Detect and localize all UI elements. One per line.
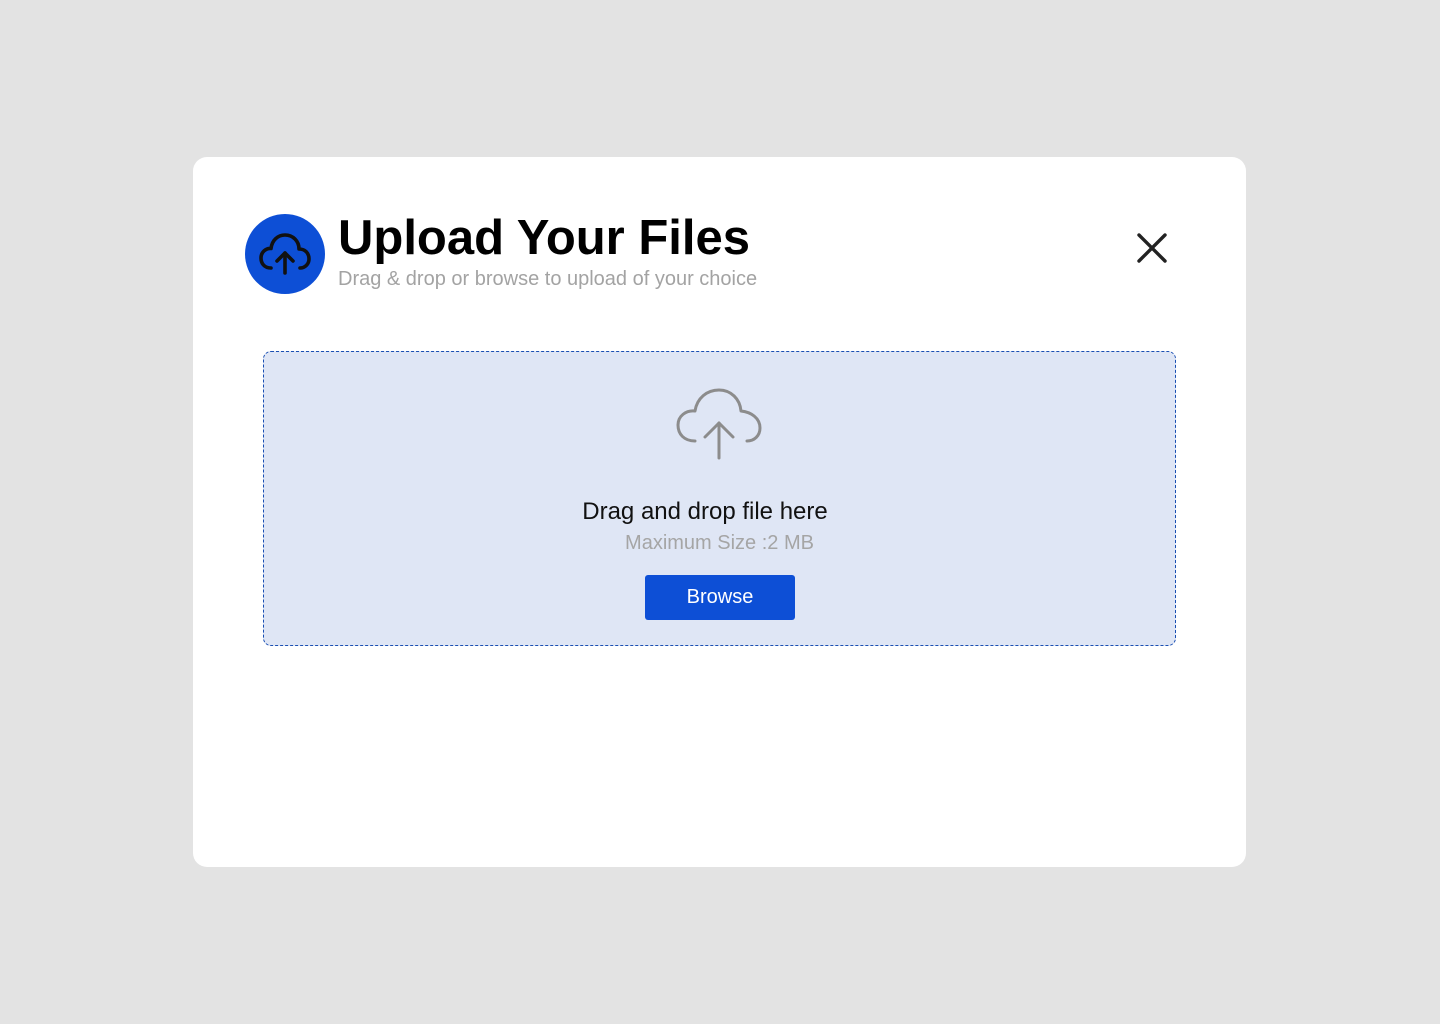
file-dropzone[interactable]: Drag and drop file here Maximum Size :2 … bbox=[263, 351, 1176, 646]
close-button[interactable] bbox=[1131, 227, 1173, 269]
cloud-upload-icon bbox=[676, 388, 762, 460]
close-icon bbox=[1137, 233, 1167, 263]
dialog-title: Upload Your Files bbox=[338, 211, 751, 265]
dialog-subtitle: Drag & drop or browse to upload of your … bbox=[338, 268, 758, 290]
dropzone-title: Drag and drop file here bbox=[582, 498, 828, 525]
browse-button[interactable]: Browse bbox=[645, 575, 795, 620]
max-size-hint: Maximum Size :2 MB bbox=[625, 532, 814, 554]
cloud-upload-icon bbox=[245, 214, 325, 294]
upload-dialog: Upload Your Files Drag & drop or browse … bbox=[193, 157, 1246, 867]
